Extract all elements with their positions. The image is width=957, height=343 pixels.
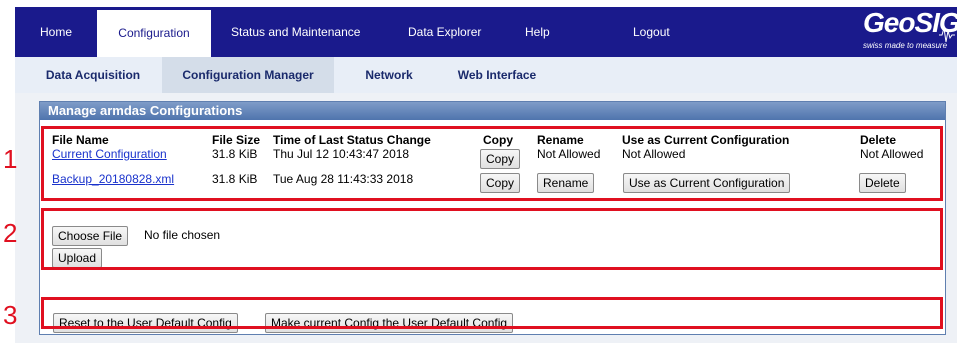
nav-home[interactable]: Home	[40, 7, 72, 57]
subnav-network[interactable]: Network	[348, 57, 430, 93]
nav-status-maintenance[interactable]: Status and Maintenance	[231, 7, 360, 57]
sub-nav: Data Acquisition Configuration Manager N…	[15, 57, 957, 93]
highlight-box-2	[41, 208, 943, 270]
highlight-box-3	[41, 297, 943, 329]
logo-tagline: swiss made to measure	[863, 41, 948, 50]
annotation-number-2: 2	[3, 218, 18, 248]
subnav-web-interface[interactable]: Web Interface	[443, 57, 551, 93]
highlight-box-1	[41, 126, 943, 201]
nav-configuration[interactable]: Configuration	[97, 10, 211, 57]
annotation-number-1: 1	[3, 144, 18, 174]
geosig-logo: GeoSIG swiss made to measure	[845, 7, 957, 55]
annotation-number-3: 3	[3, 300, 18, 330]
subnav-configuration-manager[interactable]: Configuration Manager	[162, 57, 334, 93]
subnav-data-acquisition[interactable]: Data Acquisition	[37, 57, 149, 93]
nav-help[interactable]: Help	[525, 7, 550, 57]
nav-logout[interactable]: Logout	[633, 7, 670, 57]
waveform-icon	[939, 27, 955, 43]
app-frame: Home Configuration Status and Maintenanc…	[15, 0, 957, 343]
nav-data-explorer[interactable]: Data Explorer	[408, 7, 481, 57]
content-area: Manage armdas Configurations File Name F…	[15, 93, 957, 343]
top-nav: Home Configuration Status and Maintenanc…	[15, 7, 957, 57]
panel-title: Manage armdas Configurations	[40, 102, 945, 120]
